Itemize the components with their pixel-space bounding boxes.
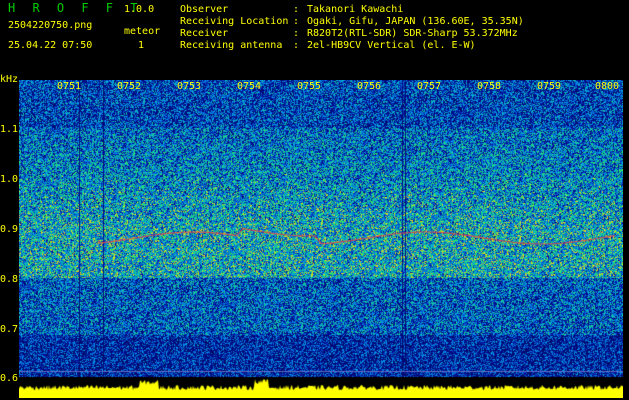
antenna-colon: : (293, 40, 300, 51)
time-label-0759: 0759 (537, 81, 562, 92)
observer-value: Takanori Kawachi (307, 4, 404, 15)
receiver-label: Receiver (180, 28, 229, 39)
freq-label-0-6: 0.6 (0, 373, 19, 384)
receiver-value: R820T2(RTL-SDR) SDR-Sharp 53.372MHz (307, 28, 518, 39)
khz-label: kHz (0, 74, 19, 85)
location-colon: : (293, 16, 300, 27)
time-label-0754: 0754 (237, 81, 262, 92)
location-label: Receiving Location (180, 16, 289, 27)
app-title: H R O F F T (8, 1, 143, 15)
time-label-0756: 0756 (357, 81, 382, 92)
time-label-0757: 0757 (417, 81, 442, 92)
file-name: 2504220750.png (8, 20, 93, 31)
freq-label-0-9: 0.9 (0, 224, 19, 235)
time-label-0758: 0758 (477, 81, 502, 92)
freq-label-0-8: 0.8 (0, 274, 19, 285)
antenna-label: Receiving antenna (180, 40, 283, 51)
app-version: 1.0.0 (124, 4, 155, 15)
time-label-0752: 0752 (117, 81, 142, 92)
observer-label: Observer (180, 4, 229, 15)
observer-colon: : (293, 4, 300, 15)
time-label-0753: 0753 (177, 81, 202, 92)
location-value: Ogaki, Gifu, JAPAN (136.60E, 35.35N) (307, 16, 524, 27)
time-label-0800: 0800 (595, 81, 620, 92)
freq-label-1-1: 1.1 (0, 124, 19, 135)
spectrogram-canvas (19, 80, 623, 398)
antenna-value: 2el-HB9CV Vertical (el. E-W) (307, 40, 476, 51)
date-time: 25.04.22 07:50 (8, 40, 93, 51)
receiver-colon: : (293, 28, 300, 39)
time-label-0755: 0755 (297, 81, 322, 92)
meteor-count: 1 (138, 40, 145, 51)
time-label-0751: 0751 (57, 81, 82, 92)
freq-label-0-7: 0.7 (0, 324, 19, 335)
freq-label-1-0: 1.0 (0, 174, 19, 185)
meteor-label: meteor (124, 26, 161, 37)
